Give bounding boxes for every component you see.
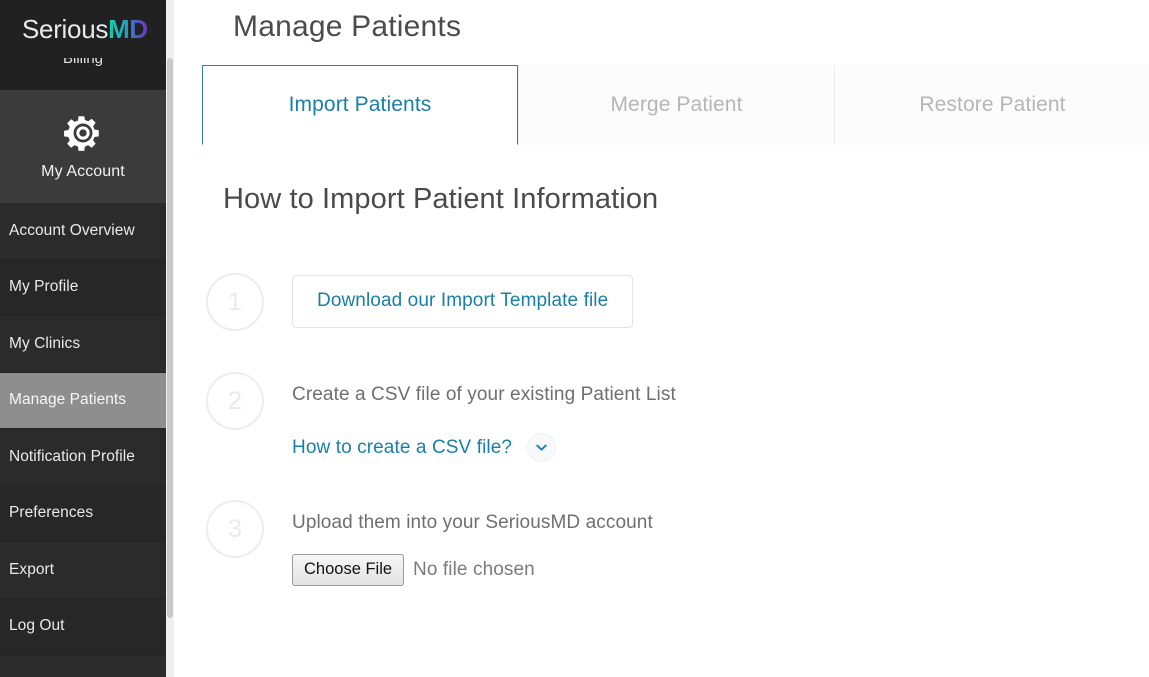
- csv-help-row: How to create a CSV file?: [292, 433, 676, 462]
- brand-text: SeriousMD: [22, 16, 148, 42]
- sidebar-item-label: Preferences: [9, 504, 94, 522]
- sidebar-item-my-clinics[interactable]: My Clinics: [0, 316, 166, 373]
- sidebar-item-label: Manage Patients: [9, 391, 127, 409]
- sidebar-item-label: My Clinics: [9, 334, 81, 352]
- tab-label: Merge Patient: [610, 93, 743, 116]
- tab-label: Restore Patient: [919, 93, 1066, 116]
- main-content: Manage Patients Import Patients Merge Pa…: [174, 0, 1149, 677]
- tab-import-patients[interactable]: Import Patients: [202, 65, 518, 145]
- brand-logo[interactable]: SeriousMD: [0, 0, 174, 58]
- sidebar-item-label: My Profile: [9, 278, 79, 296]
- sidebar-nav: Account Overview My Profile My Clinics M…: [0, 203, 166, 655]
- sidebar-item-billing[interactable]: Billing: [0, 56, 166, 90]
- import-step-3: 3 Upload them into your SeriousMD accoun…: [206, 489, 1106, 599]
- step-number-badge: 3: [206, 500, 264, 558]
- step-description: Create a CSV file of your existing Patie…: [292, 384, 676, 405]
- import-steps-list: 1 Download our Import Template file 2 Cr…: [206, 262, 1106, 599]
- gear-icon: [62, 112, 104, 154]
- brand-name-accent: MD: [108, 14, 148, 44]
- import-step-2: 2 Create a CSV file of your existing Pat…: [206, 361, 1106, 489]
- tab-merge-patient[interactable]: Merge Patient: [518, 65, 834, 145]
- download-import-template-button[interactable]: Download our Import Template file: [292, 275, 634, 328]
- sidebar-item-label: Export: [9, 560, 55, 578]
- file-status-label: No file chosen: [413, 558, 535, 580]
- sidebar-item-my-profile[interactable]: My Profile: [0, 259, 166, 316]
- section-title: How to Import Patient Information: [223, 183, 659, 215]
- step-number-badge: 1: [206, 273, 264, 331]
- step-body: Upload them into your SeriousMD account …: [292, 489, 653, 586]
- sidebar-account-label: My Account: [41, 163, 125, 180]
- file-upload-row: Choose File No file chosen: [292, 554, 653, 586]
- choose-file-button[interactable]: Choose File: [292, 554, 405, 586]
- page-title: Manage Patients: [233, 10, 462, 43]
- step-body: Create a CSV file of your existing Patie…: [292, 361, 676, 462]
- sidebar-scrollbar-thumb[interactable]: [167, 58, 173, 618]
- step-body: Download our Import Template file: [292, 262, 634, 328]
- sidebar-item-log-out[interactable]: Log Out: [0, 598, 166, 655]
- sidebar-item-export[interactable]: Export: [0, 542, 166, 599]
- sidebar-item-label: Log Out: [9, 617, 65, 635]
- sidebar: SeriousMD Billing My Account Account Ove…: [0, 0, 174, 677]
- step-number-badge: 2: [206, 372, 264, 430]
- sidebar-item-notification-profile[interactable]: Notification Profile: [0, 429, 166, 486]
- brand-name-primary: Serious: [22, 14, 109, 44]
- chevron-down-icon[interactable]: [527, 433, 557, 462]
- sidebar-item-label: Notification Profile: [9, 447, 135, 465]
- sidebar-item-preferences[interactable]: Preferences: [0, 485, 166, 542]
- tab-bar: Import Patients Merge Patient Restore Pa…: [202, 65, 1149, 145]
- sidebar-account-section[interactable]: My Account: [0, 90, 166, 203]
- import-step-1: 1 Download our Import Template file: [206, 262, 1106, 361]
- sidebar-item-account-overview[interactable]: Account Overview: [0, 203, 166, 260]
- tab-label: Import Patients: [288, 93, 432, 116]
- app-root: SeriousMD Billing My Account Account Ove…: [0, 0, 1149, 677]
- sidebar-item-label: Account Overview: [9, 221, 135, 239]
- how-to-create-csv-link[interactable]: How to create a CSV file?: [292, 437, 512, 459]
- sidebar-item-manage-patients[interactable]: Manage Patients: [0, 372, 166, 429]
- step-description: Upload them into your SeriousMD account: [292, 512, 653, 533]
- tab-restore-patient[interactable]: Restore Patient: [834, 65, 1149, 145]
